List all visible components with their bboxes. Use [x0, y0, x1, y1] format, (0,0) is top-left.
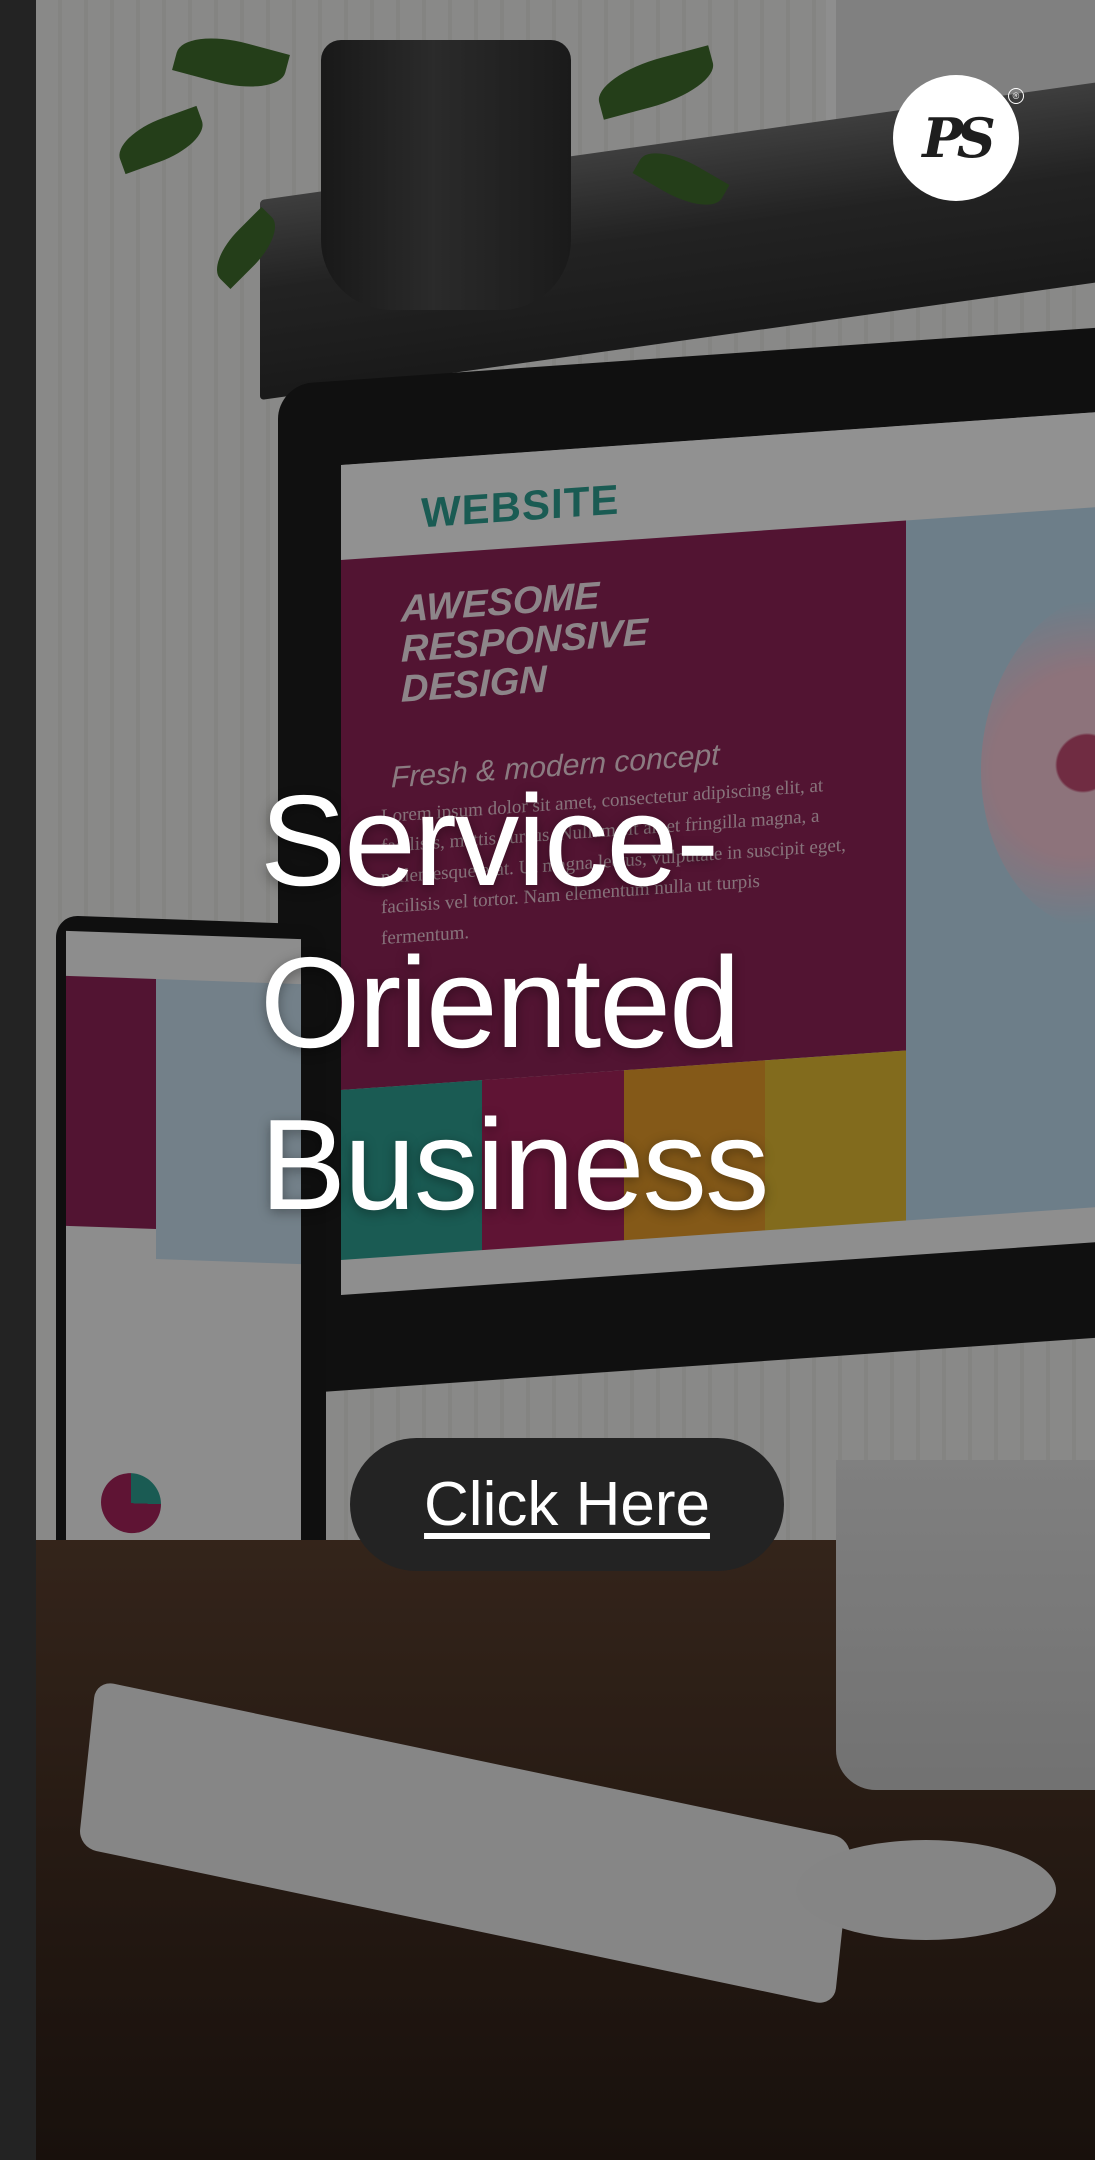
click-here-button[interactable]: Click Here: [350, 1438, 784, 1571]
ps-logo[interactable]: PS: [893, 75, 1019, 201]
registered-mark-icon: ®: [1008, 88, 1024, 104]
page: WEBSITE AWESOME RESPONSIVE DESIGN Fresh …: [0, 0, 1095, 2160]
left-edge-strip: [0, 0, 36, 2160]
headline: Service-Oriented Business: [260, 769, 769, 1237]
